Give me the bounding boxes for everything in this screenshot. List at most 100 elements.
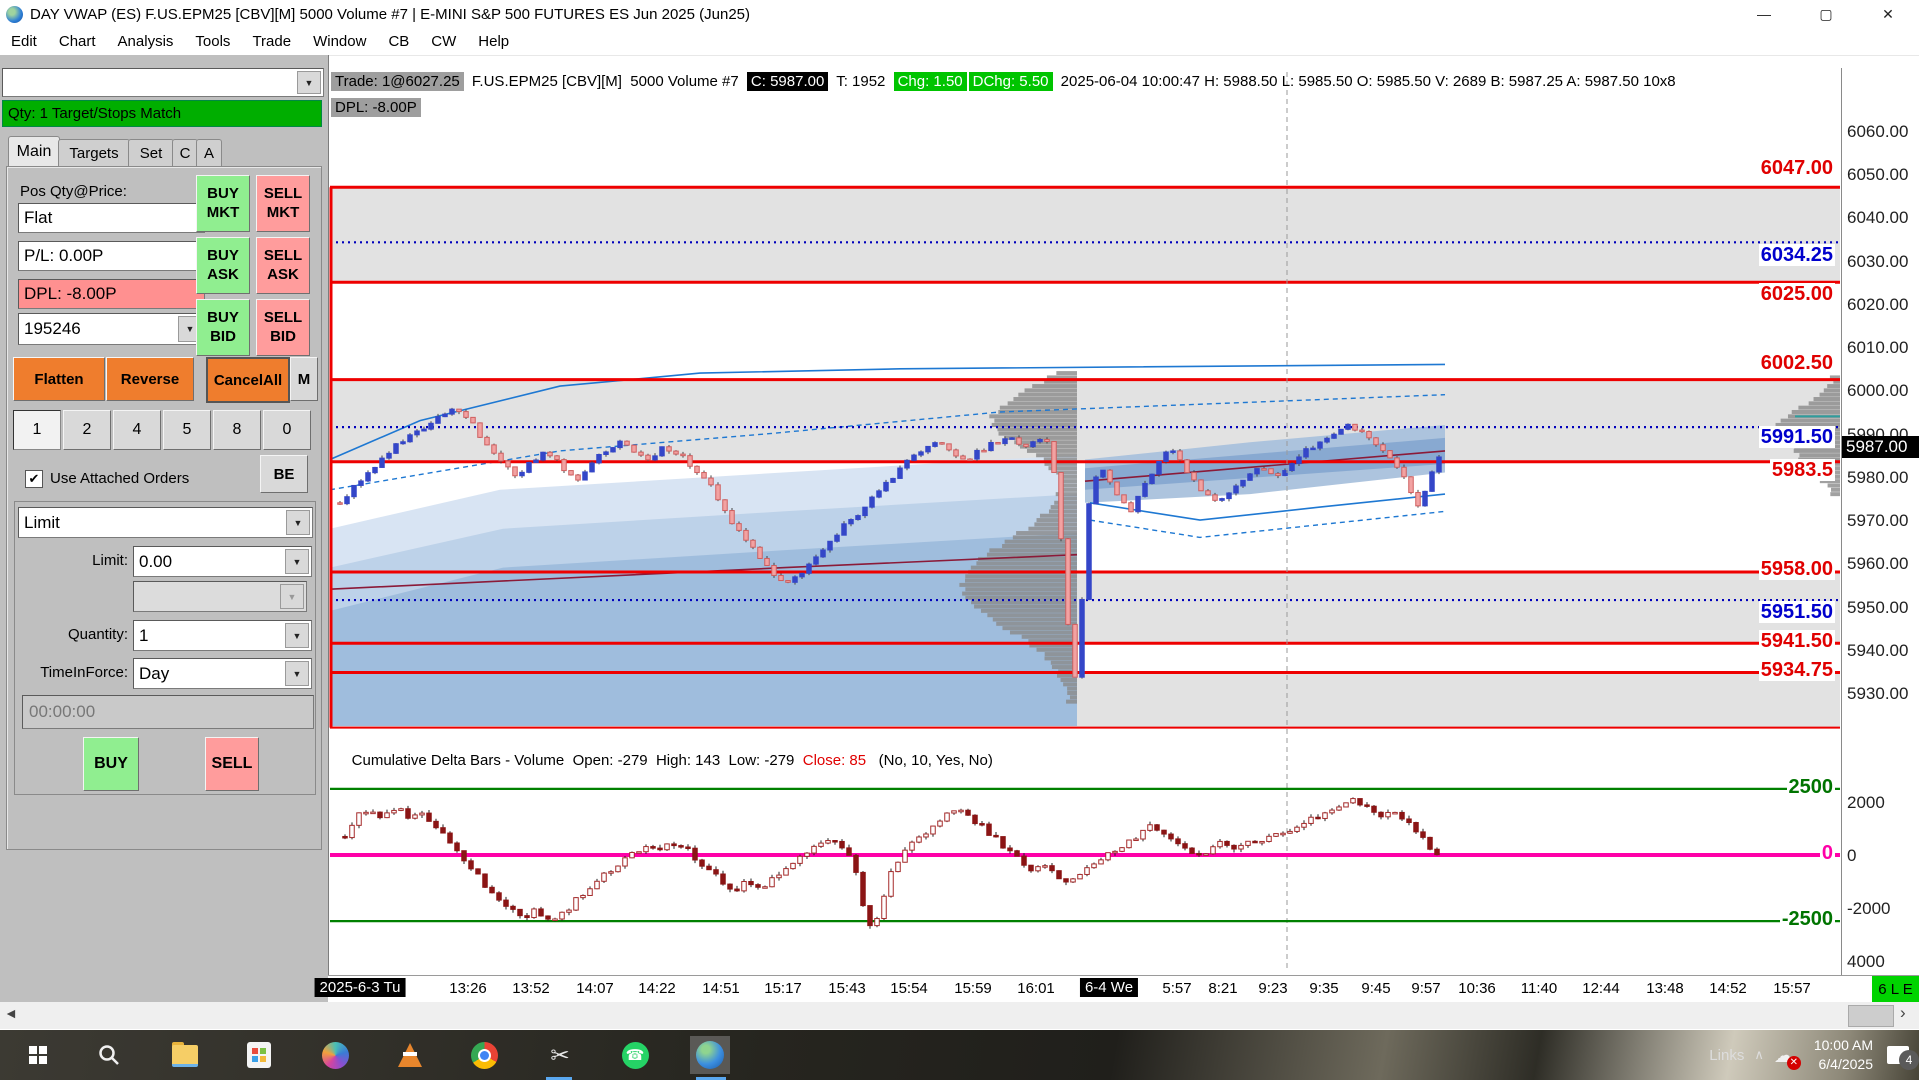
order-id-combobox[interactable]: 195246 ▼ [18,313,205,345]
buy-button[interactable]: BUY [83,737,139,791]
chevron-down-icon[interactable]: ▼ [285,549,309,574]
preset-4-button[interactable]: 4 [113,410,161,450]
links-label[interactable]: Links [1709,1047,1744,1064]
info-segment: Chg: 1.50 [893,71,967,91]
flatten-button[interactable]: Flatten [13,357,105,401]
price-axis[interactable]: 6060.00 6050.00 6040.00 6030.00 6020.00 6010.… [1841,68,1919,975]
taskbar-icon-explorer[interactable] [165,1036,205,1074]
price-tick: 6060.00 [1847,122,1909,141]
reverse-button[interactable]: Reverse [106,357,194,401]
chevron-down-icon[interactable]: ▼ [285,661,309,686]
scrollbar-thumb[interactable] [1848,1005,1894,1027]
trade-panel: ▼ Qty: 1 Target/Stops Match Main Targets S… [0,55,329,1002]
price-tick: 5960.00 [1847,554,1909,574]
taskbar-icon-store[interactable] [239,1036,279,1074]
dpl-field: DPL: -8.00P [18,279,205,309]
quantity-input[interactable]: 1 ▼ [133,620,312,651]
price-tick: 6020.00 [1847,294,1909,314]
tab-targets[interactable]: Targets [58,139,130,167]
cancel-all-button[interactable]: CancelAll [206,357,290,403]
preset-1-button[interactable]: 1 [13,410,61,450]
time-label: 9:23 [1258,980,1288,997]
tab-a[interactable]: A [196,139,222,167]
price-tick: 6040.00 [1847,208,1909,228]
trade-panel-tabs: Main Targets Set C A [0,136,328,169]
info-dpl: DPL: -8.00P [331,97,421,117]
chevron-down-icon: ▼ [280,584,304,609]
chevron-down-icon[interactable]: ▼ [297,71,321,94]
sell-ask-button[interactable]: SELL ASK [256,237,310,294]
preset-0-button[interactable]: 0 [263,410,311,450]
price-tick: 5950.00 [1847,597,1909,617]
time-label: 9:35 [1309,980,1339,997]
system-tray: Links ∧ ☁ ✕ 10:00 AM 6/4/2025 4 [1709,1030,1919,1080]
taskbar-icon-search[interactable] [89,1036,129,1074]
taskbar-icon-vlc[interactable] [390,1036,430,1074]
delta-green-label: 2500 [1786,775,1835,798]
preset-5-button[interactable]: 5 [163,410,211,450]
chevron-down-icon[interactable]: ▼ [286,510,310,535]
tray-date: 6/4/2025 [1818,1056,1874,1072]
use-attached-checkbox[interactable]: ✔ [25,470,43,488]
chevron-up-icon[interactable]: ∧ [1754,1047,1764,1063]
time-label: 10:36 [1458,980,1496,997]
tab-main[interactable]: Main [8,136,60,167]
time-label: 15:57 [1773,980,1811,997]
price-tick: 6050.00 [1847,165,1909,185]
notification-center-icon[interactable]: 4 [1887,1046,1919,1070]
time-label: 14:07 [576,980,614,997]
taskbar-icon-chrome[interactable] [464,1036,504,1074]
scroll-right-icon[interactable]: › [1900,1003,1906,1023]
taskbar-icon-sierra-chart[interactable] [690,1036,730,1074]
chevron-down-icon[interactable]: ▼ [285,623,309,648]
price-tick: 6030.00 [1847,251,1909,271]
tab-c[interactable]: C [172,139,198,167]
sell-bid-button[interactable]: SELL BID [256,299,310,356]
buy-mkt-button[interactable]: BUY MKT [196,175,250,232]
quantity-label: Quantity: [67,626,128,643]
buy-bid-button[interactable]: BUY BID [196,299,250,356]
position-field[interactable]: Flat [18,203,205,233]
limit-price-input[interactable]: 0.00 ▼ [133,546,312,577]
time-label: 15:59 [954,980,992,997]
m-button[interactable]: M [290,357,318,401]
buy-ask-button[interactable]: BUY ASK [196,237,250,294]
blue-level-label: 5951.50 [1758,601,1835,624]
order-type-combobox[interactable]: Limit ▼ [18,507,313,538]
info-segment: Trade: 1@6027.25 [331,71,464,91]
taskbar-icon-whatsapp[interactable]: ☎ [615,1036,655,1074]
pos-qty-label: Pos Qty@Price: [20,183,127,200]
sell-mkt-button[interactable]: SELL MKT [256,175,310,232]
tray-time: 10:00 AM [1813,1037,1873,1054]
time-label: 9:45 [1361,980,1391,997]
secondary-price-combobox[interactable]: ▼ [133,581,307,612]
horizontal-scrollbar[interactable]: ◄ › [0,1002,1919,1029]
be-button[interactable]: BE [260,455,308,493]
time-label: 13:52 [512,980,550,997]
taskbar-icon-start[interactable] [18,1036,58,1074]
time-label: 13:48 [1646,980,1684,997]
tab-set[interactable]: Set [128,139,174,167]
time-label: 15:54 [890,980,928,997]
preset-8-button[interactable]: 8 [213,410,261,450]
chart-status-badge: 6 L E [1872,976,1919,1002]
pl-field: P/L: 0.00P [18,241,205,271]
delta-tick: 4000 [1847,951,1885,971]
delta-zero-label: 0 [1819,842,1835,864]
preset-2-button[interactable]: 2 [63,410,111,450]
chart-info-bar: Trade: 1@6027.25 F.US.EPM25 [CBV][M] 500… [331,68,1680,94]
tif-combobox[interactable]: Day ▼ [133,658,312,689]
scroll-left-icon[interactable]: ◄ [4,1005,18,1021]
clock[interactable]: 10:00 AM 6/4/2025 [1814,1036,1873,1074]
time-label: 16:01 [1017,980,1055,997]
taskbar-icon-copilot[interactable] [315,1036,355,1074]
onedrive-error-icon[interactable]: ☁ ✕ [1774,1043,1801,1070]
taskbar-icon-snipping[interactable]: ✂ [540,1036,580,1074]
delta-ohl-text: Cumulative Delta Bars - Volume Open: -27… [351,752,803,769]
account-combobox[interactable]: ▼ [2,68,324,97]
sell-button[interactable]: SELL [205,737,259,791]
time-axis[interactable]: 2025-6-3 Tu 13:26 13:52 14:07 14:22 14:51 15:1… [314,975,1919,1002]
time-label: 8:21 [1208,980,1238,997]
price-tick: 5970.00 [1847,511,1909,531]
time-label: 14:22 [638,980,676,997]
